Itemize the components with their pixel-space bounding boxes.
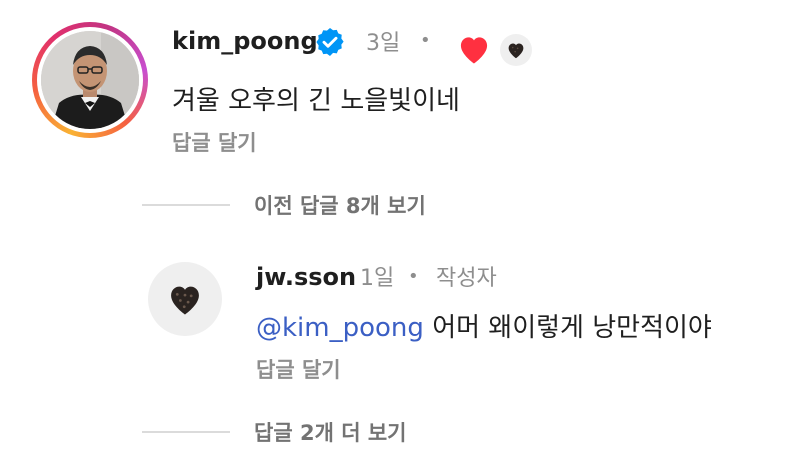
- mention-link[interactable]: @kim_poong: [256, 313, 424, 343]
- reply-text-line: @kim_poong 어머 왜이렇게 낭만적이야: [256, 307, 712, 344]
- view-previous-replies-button[interactable]: 이전 답글 8개 보기: [254, 190, 426, 220]
- heart-icon[interactable]: [456, 33, 492, 65]
- reply-button[interactable]: 답글 달기: [256, 354, 341, 384]
- avatar: [41, 31, 139, 129]
- view-more-replies-button[interactable]: 답글 2개 더 보기: [254, 417, 406, 447]
- avatar-person-photo: [41, 31, 139, 129]
- separator-dot: •: [420, 30, 431, 51]
- separator-dot: •: [408, 266, 419, 287]
- heart-cookie-icon: [508, 43, 524, 59]
- reply-avatar[interactable]: [148, 262, 222, 336]
- comment-time: 3일: [366, 31, 401, 56]
- author-like-avatar: [500, 34, 532, 66]
- thread-divider: [142, 431, 230, 433]
- reply-username[interactable]: jw.sson: [256, 263, 356, 291]
- avatar-ring-gap: [37, 27, 143, 133]
- thread-divider: [142, 204, 230, 206]
- comment-text: 겨울 오후의 긴 노을빛이네: [172, 86, 460, 116]
- reply-button[interactable]: 답글 달기: [172, 127, 257, 157]
- comment-username[interactable]: kim_poong: [172, 27, 318, 55]
- avatar-story-ring[interactable]: [32, 22, 148, 138]
- reply-text: 어머 왜이렇게 낭만적이야: [432, 313, 712, 343]
- verified-badge-icon: [314, 26, 346, 58]
- heart-cookie-icon: [171, 286, 199, 315]
- reply-time: 1일: [360, 266, 395, 291]
- author-tag: 작성자: [436, 266, 497, 291]
